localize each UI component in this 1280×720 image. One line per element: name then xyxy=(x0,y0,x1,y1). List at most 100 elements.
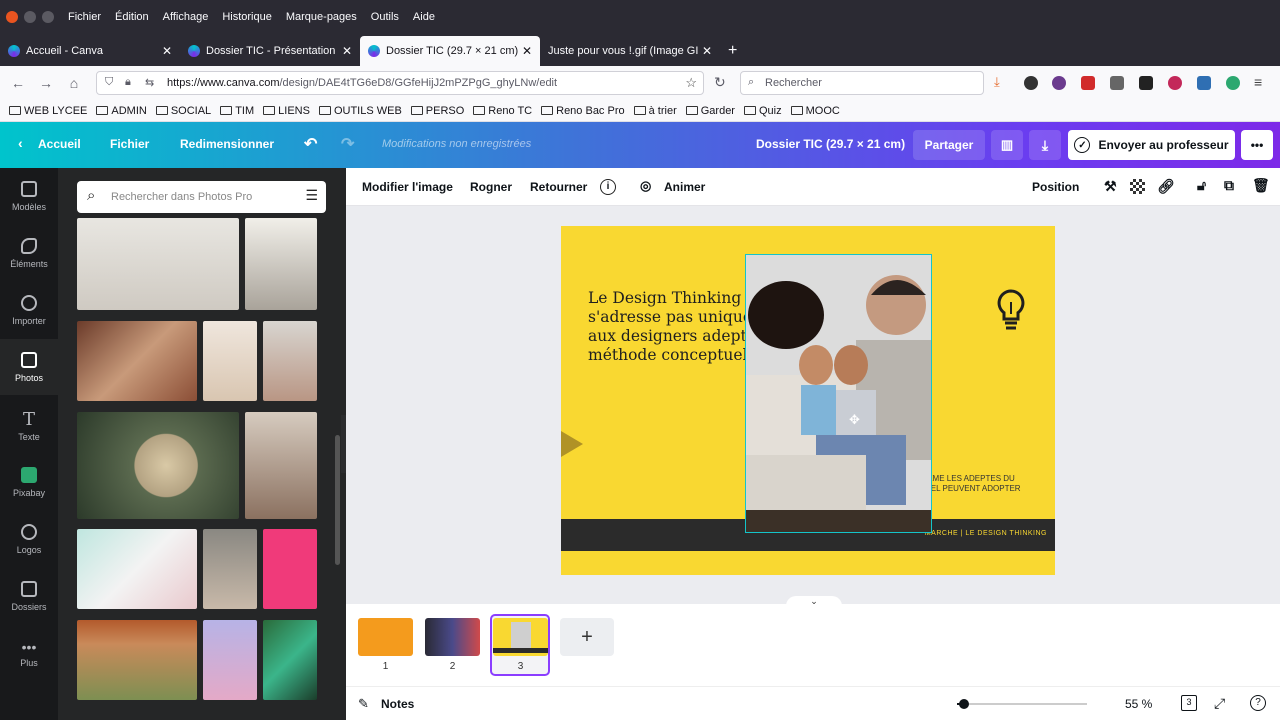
send-to-teacher-button[interactable]: ✓ Envoyer au professeur xyxy=(1068,130,1235,160)
rail-logos[interactable]: Logos xyxy=(0,511,58,567)
bookmark-mooc[interactable]: MOOC xyxy=(790,105,840,117)
maximize-window-icon[interactable] xyxy=(42,11,54,23)
menu-marque-pages[interactable]: Marque-pages xyxy=(286,11,357,23)
extension-puzzle-icon[interactable] xyxy=(1139,76,1153,90)
page-thumbnail-3[interactable] xyxy=(493,618,548,656)
extension-pocket-icon[interactable] xyxy=(1168,76,1182,90)
lock-icon[interactable]: 🔒︎ xyxy=(125,76,131,89)
trash-icon[interactable]: 🗑︎ xyxy=(1252,177,1270,194)
photo-thumbnail[interactable] xyxy=(77,620,197,700)
home-icon[interactable]: ⌂ xyxy=(60,75,88,91)
close-tab-icon[interactable]: ✕ xyxy=(162,44,172,58)
rail-photos[interactable]: Photos xyxy=(0,339,58,395)
edit-image-button[interactable]: Modifier l'image xyxy=(362,180,453,194)
bookmark-admin[interactable]: ADMIN xyxy=(96,105,147,117)
photo-thumbnail[interactable] xyxy=(203,321,257,401)
bookmark-tim[interactable]: TIM xyxy=(220,105,254,117)
document-title[interactable]: Dossier TIC (29.7 × 21 cm) xyxy=(756,137,905,151)
new-tab-button[interactable]: + xyxy=(720,36,750,66)
link-icon[interactable]: 🔗︎ xyxy=(1157,178,1175,195)
extension-screenshot-icon[interactable] xyxy=(1197,76,1211,90)
slide-page[interactable]: Le Design Thinking ne s'adresse pas uniq… xyxy=(561,226,1055,575)
rail-elements[interactable]: Éléments xyxy=(0,225,58,281)
notes-button[interactable]: Notes xyxy=(381,697,414,711)
help-icon[interactable]: ? xyxy=(1250,695,1266,711)
url-bar[interactable]: ⛉ 🔒︎ ⇆ https://www.canva.com/design/DAE4… xyxy=(96,71,704,95)
rail-text[interactable]: T Texte xyxy=(0,397,58,453)
fullscreen-icon[interactable]: ⤢ xyxy=(1214,695,1225,712)
page-thumbnail-2[interactable] xyxy=(425,618,480,656)
menu-affichage[interactable]: Affichage xyxy=(163,11,209,23)
photo-thumbnail[interactable] xyxy=(263,529,317,609)
close-tab-icon[interactable]: ✕ xyxy=(342,44,352,58)
extension-a-icon[interactable] xyxy=(1024,76,1038,90)
panel-scrollbar[interactable] xyxy=(335,435,340,565)
paint-roller-icon[interactable]: ⚒ xyxy=(1104,178,1117,195)
slide-small-text[interactable]: É MÊME LES ADEPTES DU ONNEL PEUVENT ADOP… xyxy=(913,474,1048,494)
permissions-icon[interactable]: ⇆ xyxy=(145,76,154,89)
adblock-icon[interactable] xyxy=(1081,76,1095,90)
menu-hamburger-icon[interactable]: ≡ xyxy=(1254,74,1262,90)
rail-templates[interactable]: Modèles xyxy=(0,168,58,224)
close-tab-icon[interactable]: ✕ xyxy=(702,44,712,58)
bookmark-perso[interactable]: PERSO xyxy=(410,105,464,117)
photo-thumbnail[interactable] xyxy=(77,321,197,401)
insights-button[interactable]: ▥ xyxy=(991,130,1023,160)
rail-pixabay[interactable]: Pixabay xyxy=(0,454,58,510)
extension-tools-icon[interactable] xyxy=(1110,76,1124,90)
menu-fichier[interactable]: Fichier xyxy=(68,11,101,23)
forward-icon[interactable]: → xyxy=(32,75,60,91)
tab-dossier-presentation[interactable]: Dossier TIC - Présentation ✕ xyxy=(180,36,360,66)
resize-button[interactable]: Redimensionner xyxy=(180,137,274,151)
position-button[interactable]: Position xyxy=(1032,180,1079,194)
tab-accueil-canva[interactable]: Accueil - Canva ✕ xyxy=(0,36,180,66)
home-button[interactable]: Accueil xyxy=(38,137,81,151)
photo-thumbnail[interactable] xyxy=(77,218,239,310)
filter-icon[interactable]: ☰ xyxy=(305,187,318,204)
minimize-window-icon[interactable] xyxy=(24,11,36,23)
menu-outils[interactable]: Outils xyxy=(371,11,399,23)
rail-more[interactable]: ••• Plus xyxy=(0,625,58,681)
rail-upload[interactable]: Importer xyxy=(0,282,58,338)
menu-edition[interactable]: Édition xyxy=(115,11,149,23)
close-window-icon[interactable] xyxy=(6,11,18,23)
bookmark-star-icon[interactable]: ☆ xyxy=(685,75,697,91)
reload-icon[interactable]: ↻ xyxy=(714,74,726,91)
photo-thumbnail[interactable] xyxy=(263,620,317,700)
photo-thumbnail[interactable] xyxy=(263,321,317,401)
bookmark-quiz[interactable]: Quiz xyxy=(743,105,782,117)
chevron-left-icon[interactable]: ‹ xyxy=(18,135,23,151)
back-icon[interactable]: ← xyxy=(4,75,32,91)
triangle-shape[interactable] xyxy=(561,431,583,457)
menu-aide[interactable]: Aide xyxy=(413,11,435,23)
photo-thumbnail[interactable] xyxy=(77,529,197,609)
photo-thumbnail[interactable] xyxy=(203,529,257,609)
close-tab-icon[interactable]: ✕ xyxy=(522,44,532,58)
more-options-button[interactable]: ••• xyxy=(1241,130,1273,160)
undo-icon[interactable]: ↶ xyxy=(304,134,317,154)
extension-green-icon[interactable] xyxy=(1226,76,1240,90)
share-button[interactable]: Partager xyxy=(913,130,985,160)
bookmark-reno-bac-pro[interactable]: Reno Bac Pro xyxy=(541,105,625,117)
bookmark-outils-web[interactable]: OUTILS WEB xyxy=(318,105,402,117)
extension-people-icon[interactable] xyxy=(1052,76,1066,90)
redo-icon[interactable]: ↷ xyxy=(341,134,354,154)
add-page-button[interactable]: + xyxy=(560,618,614,656)
bookmark-a-trier[interactable]: à trier xyxy=(633,105,677,117)
page-thumbnail-1[interactable] xyxy=(358,618,413,656)
page-count-button[interactable]: 3 xyxy=(1181,695,1197,711)
transparency-icon[interactable] xyxy=(1130,179,1145,194)
zoom-slider-handle[interactable] xyxy=(958,699,969,709)
download-button[interactable]: ⤓ xyxy=(1029,130,1061,160)
bookmark-social[interactable]: SOCIAL xyxy=(155,105,211,117)
bookmark-web-lycee[interactable]: WEB LYCEE xyxy=(9,105,87,117)
file-menu-button[interactable]: Fichier xyxy=(110,137,149,151)
menu-historique[interactable]: Historique xyxy=(222,11,272,23)
selected-family-photo[interactable] xyxy=(745,254,932,533)
browser-search-input[interactable]: ⌕ Rechercher xyxy=(740,71,984,95)
lightbulb-icon[interactable] xyxy=(995,288,1027,334)
bookmark-liens[interactable]: LIENS xyxy=(263,105,310,117)
photos-search-input[interactable]: ⌕ Rechercher dans Photos Pro ☰ xyxy=(77,181,326,213)
duplicate-icon[interactable]: ⧉ xyxy=(1224,177,1234,194)
zoom-slider[interactable] xyxy=(957,703,1087,705)
